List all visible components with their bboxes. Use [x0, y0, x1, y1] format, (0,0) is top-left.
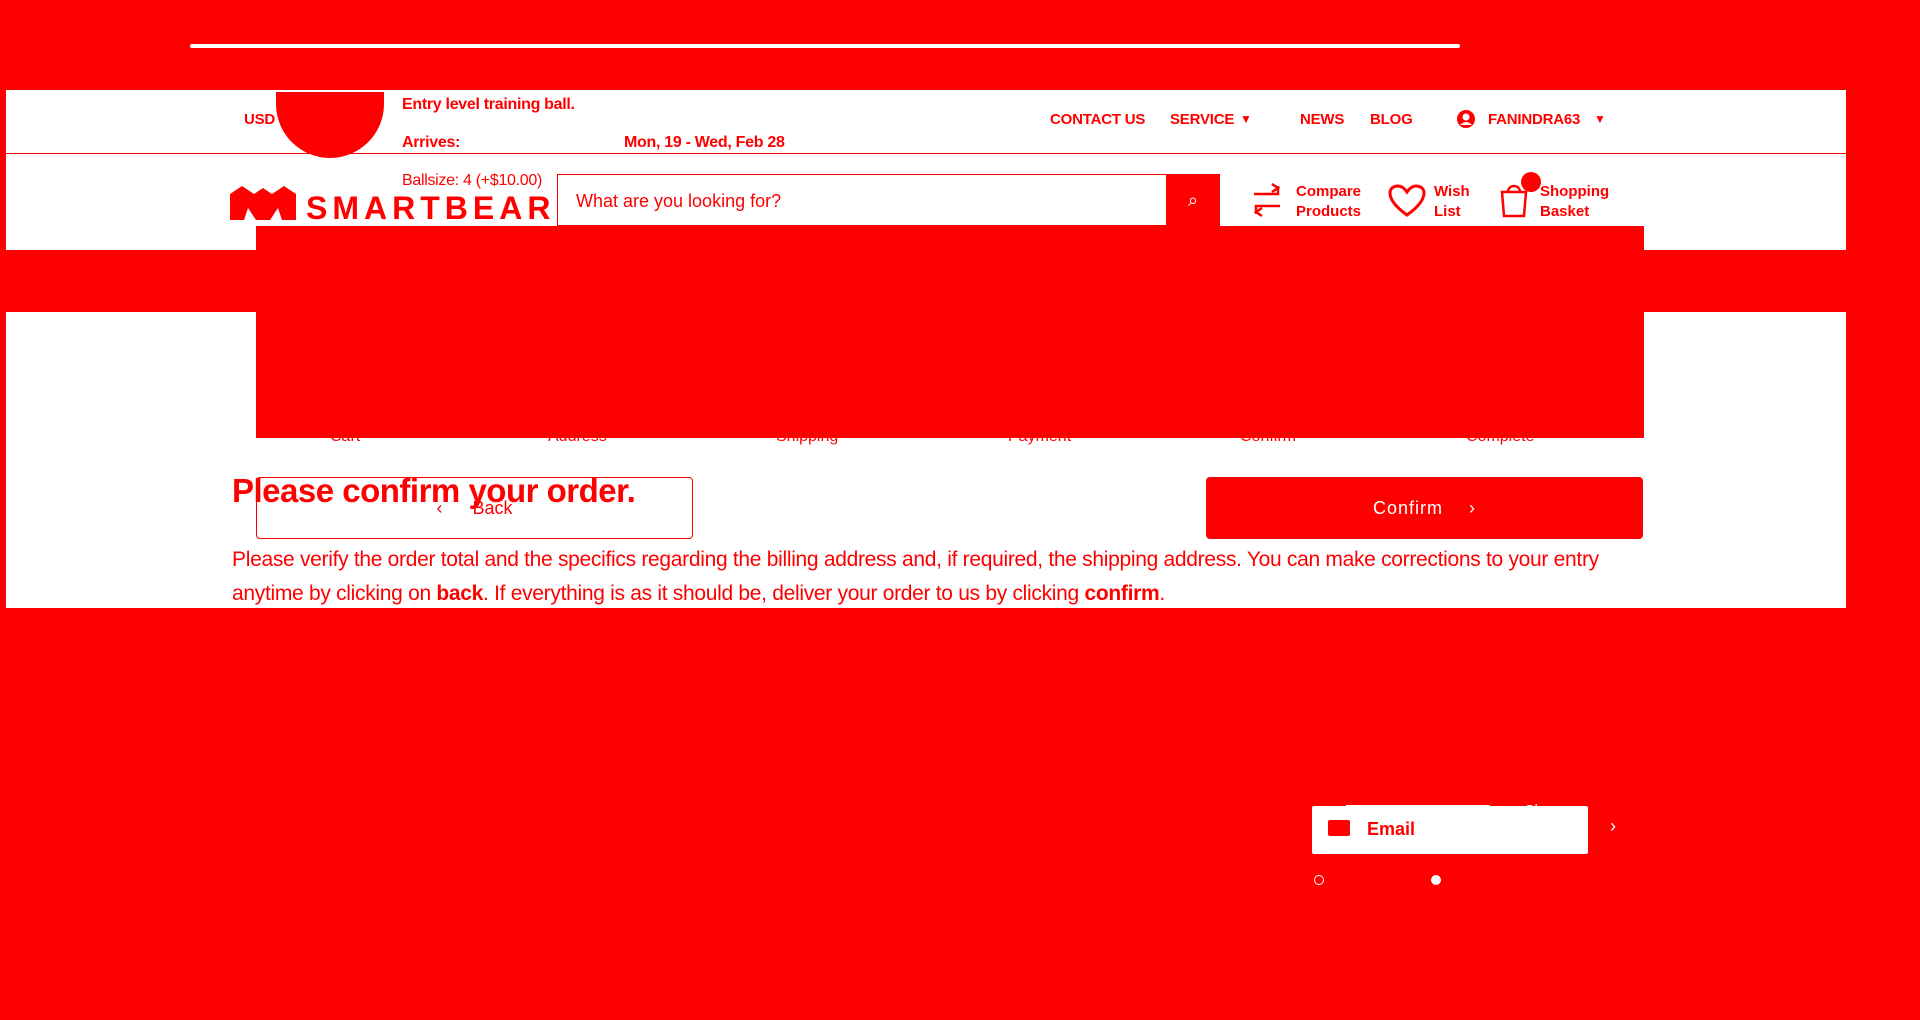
bear-logo-icon [230, 186, 296, 220]
compare-label-1: Compare [1296, 183, 1362, 200]
nav-service[interactable]: SERVICE [1170, 111, 1234, 128]
wish-label-2: List [1434, 203, 1461, 220]
search-bar [557, 174, 1220, 227]
top-strip [190, 44, 1460, 48]
cart-item-description: Entry level training ball. [402, 96, 575, 113]
heart-icon[interactable] [1388, 184, 1426, 218]
arrives-value: Mon, 19 - Wed, Feb 28 [624, 134, 785, 151]
chevron-right-icon[interactable]: › [1610, 816, 1616, 837]
dropdown-overlay [256, 226, 1644, 438]
chevron-right-icon: › [1469, 497, 1476, 518]
basket-count-badge [1521, 172, 1541, 192]
logo-text: SMARTBEAR. [306, 190, 570, 226]
back-button[interactable]: ‹ Back [256, 477, 693, 539]
desc-text-3: . [1159, 582, 1165, 605]
confirm-label: Confirm [1372, 497, 1443, 518]
carousel-dot-active[interactable] [1431, 875, 1441, 885]
basket-label-2: Basket [1540, 203, 1590, 220]
header-divider [6, 153, 1846, 154]
mail-icon [1328, 820, 1350, 836]
compare-icon[interactable] [1250, 182, 1284, 218]
confirm-button[interactable]: Confirm › [1206, 477, 1643, 539]
back-label: Back [472, 497, 513, 518]
email-option[interactable]: Email [1312, 806, 1588, 854]
basket-label-1: Shopping [1540, 183, 1610, 200]
chevron-down-icon: ▼ [1594, 112, 1606, 126]
chevron-left-icon: ‹ [436, 497, 443, 518]
carousel-dot[interactable] [1314, 875, 1324, 885]
nav-news[interactable]: NEWS [1300, 111, 1344, 128]
user-menu[interactable]: FANINDRA63 [1488, 111, 1580, 128]
search-icon: ⌕ [1187, 189, 1199, 210]
nav-contact-us[interactable]: CONTACT US [1050, 111, 1145, 128]
desc-confirm-emphasis: confirm [1084, 582, 1160, 605]
arrives-label: Arrives: [402, 134, 461, 151]
shopping-basket-link[interactable]: Shopping Basket [1540, 182, 1609, 222]
confirm-instructions: Please verify the order total and the sp… [232, 543, 1652, 611]
currency-selector[interactable]: USD [244, 111, 275, 128]
user-icon [1457, 110, 1475, 128]
nav-blog[interactable]: BLOG [1370, 111, 1413, 128]
email-label: Email [1367, 819, 1416, 839]
wish-label-1: Wish [1434, 183, 1470, 200]
search-input[interactable] [558, 175, 1178, 227]
wish-list-link[interactable]: Wish List [1434, 182, 1470, 222]
compare-products-link[interactable]: Compare Products [1296, 182, 1361, 222]
compare-label-2: Products [1296, 203, 1362, 220]
desc-text-2: . If everything is as it should be, deli… [483, 582, 1085, 605]
desc-back-emphasis: back [436, 582, 484, 605]
chevron-down-icon: ▼ [1240, 112, 1252, 126]
cart-item-option: Ballsize: 4 (+$10.00) [402, 172, 543, 189]
search-button[interactable]: ⌕ [1166, 174, 1220, 226]
